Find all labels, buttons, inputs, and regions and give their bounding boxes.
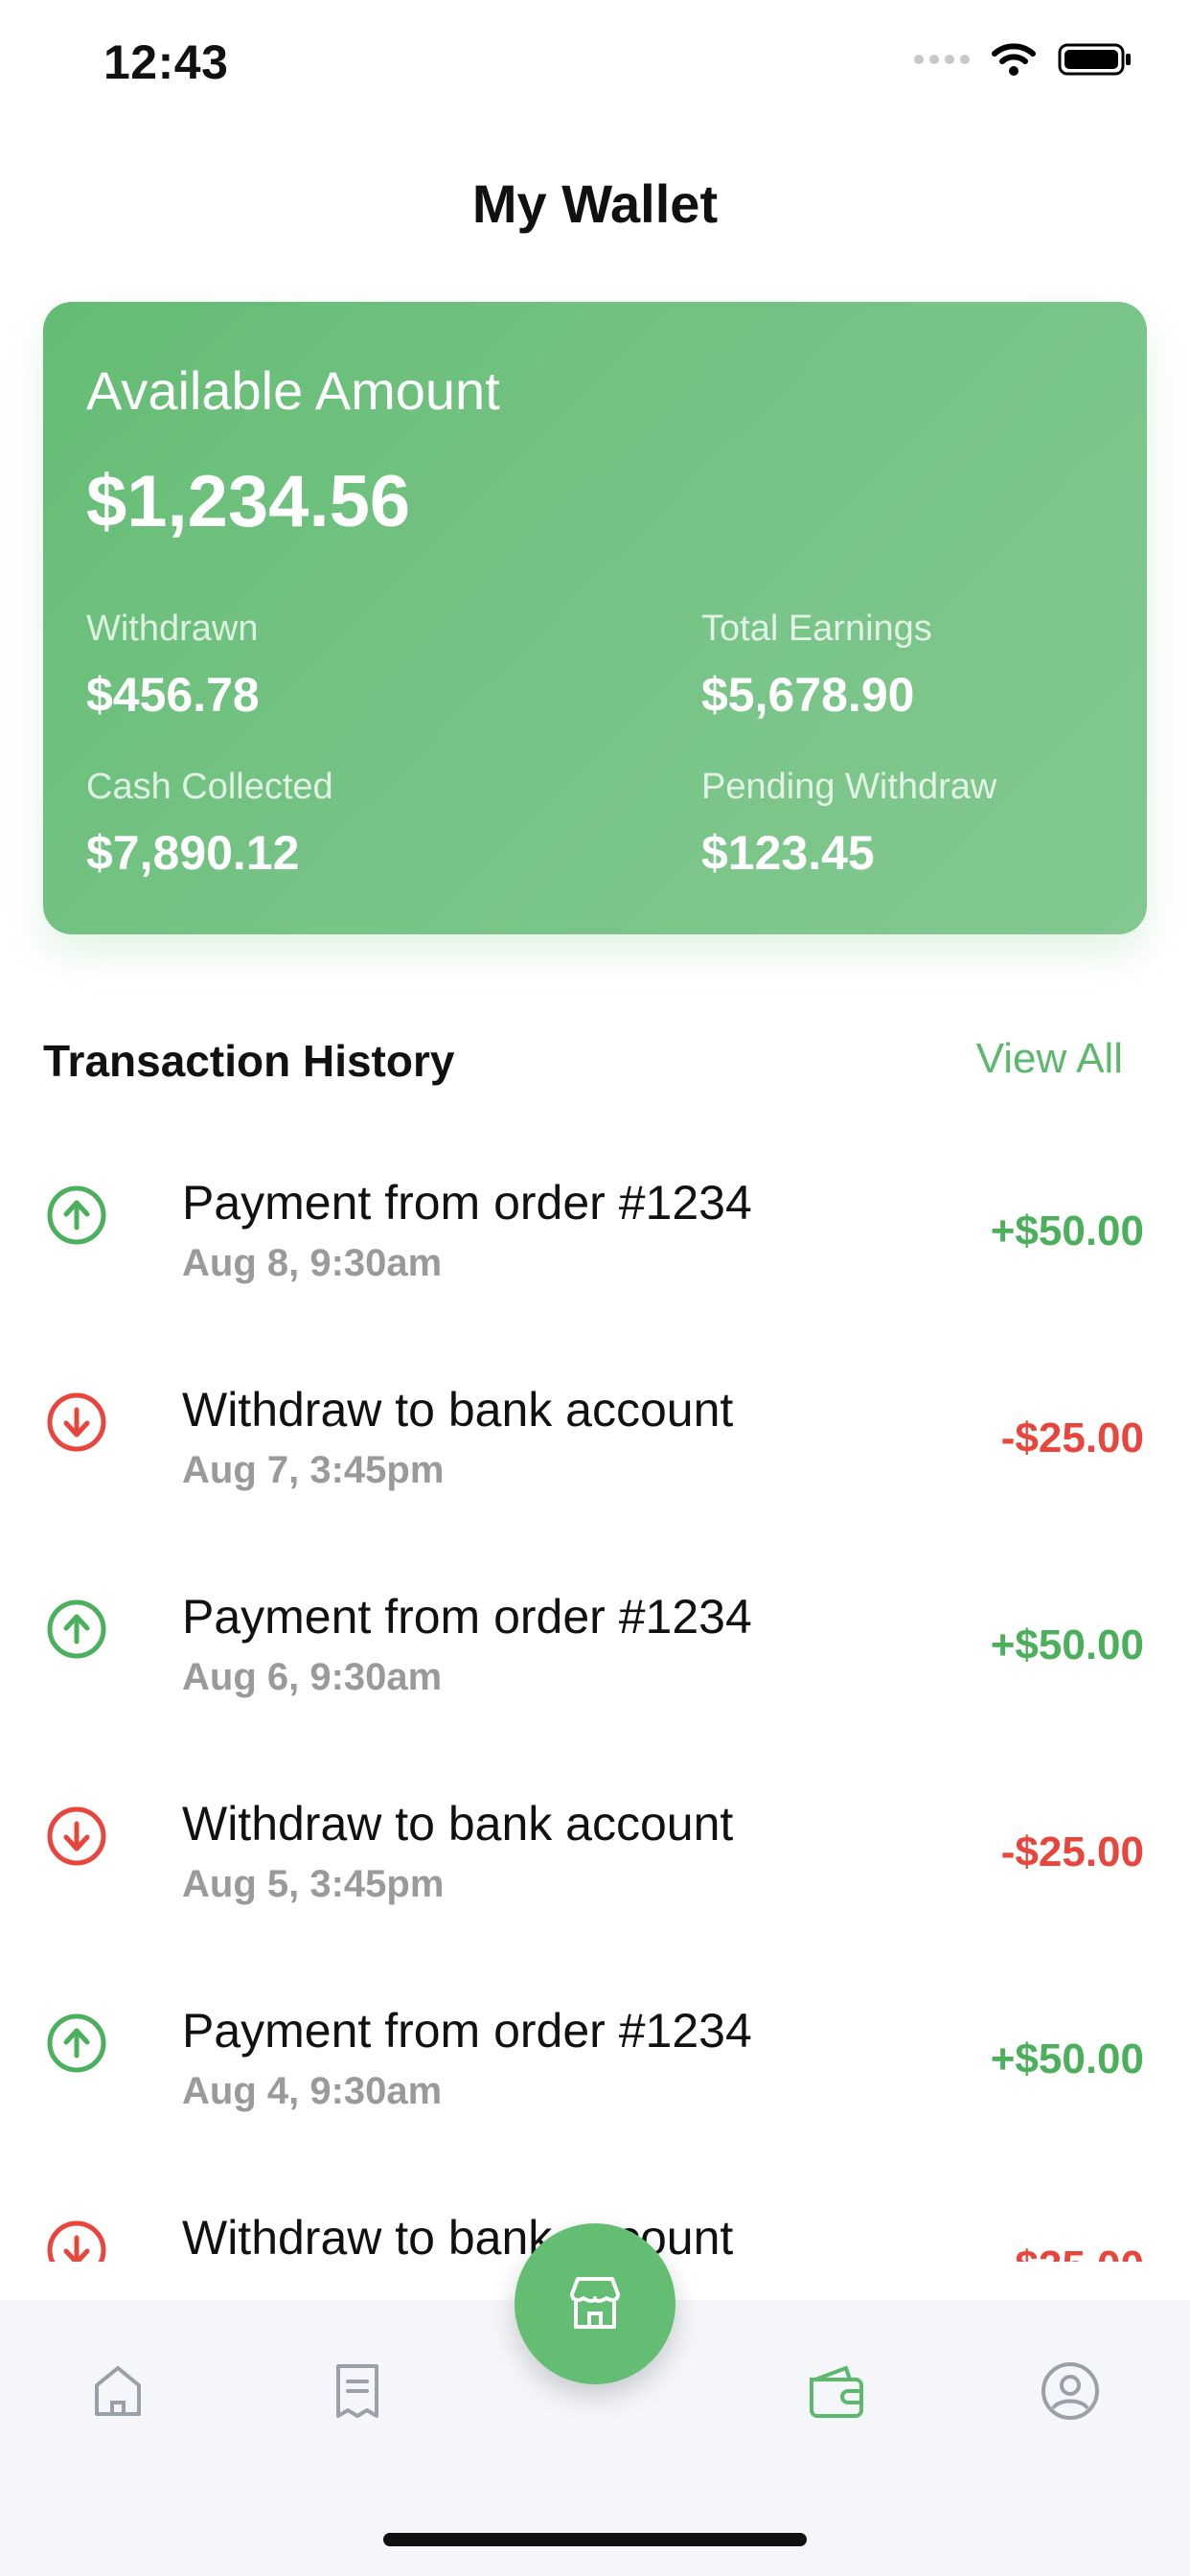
- transaction-date: Aug 5, 3:45pm: [182, 1863, 445, 1905]
- stat-label: Withdrawn: [86, 609, 259, 649]
- transaction-row[interactable]: Payment from order #1234 Aug 8, 9:30am +…: [0, 1121, 1190, 1328]
- transaction-title: Withdraw to bank account: [182, 1797, 734, 1851]
- transaction-date: Aug 8, 9:30am: [182, 1242, 443, 1284]
- status-time: 12:43: [103, 35, 229, 89]
- stat-label: Cash Collected: [86, 767, 333, 807]
- page-title: My Wallet: [471, 173, 719, 234]
- arrow-up-circle-icon: [47, 1599, 106, 1659]
- transaction-row[interactable]: Payment from order #1234 Aug 4, 9:30am +…: [0, 1949, 1190, 2156]
- tab-home[interactable]: [75, 2348, 161, 2434]
- receipt-icon: [336, 2364, 378, 2418]
- arrow-up-circle-icon: [47, 2013, 106, 2073]
- transaction-list[interactable]: Payment from order #1234 Aug 8, 9:30am +…: [0, 1121, 1190, 2262]
- transaction-amount: -$25.00: [1000, 1414, 1144, 1461]
- store-fab-button[interactable]: [515, 2223, 675, 2384]
- stat-value: $456.78: [86, 668, 260, 722]
- home-indicator: [383, 2533, 807, 2546]
- transaction-title: Payment from order #1234: [182, 2004, 752, 2058]
- available-amount-label: Available Amount: [86, 360, 500, 421]
- arrow-down-circle-icon: [47, 2220, 106, 2262]
- transaction-amount: +$50.00: [990, 1622, 1144, 1668]
- store-icon: [570, 2277, 620, 2329]
- transaction-amount: +$50.00: [990, 2036, 1144, 2082]
- transaction-history-title: Transaction History: [43, 1036, 455, 1086]
- tab-profile[interactable]: [1027, 2348, 1113, 2434]
- profile-icon: [1041, 2362, 1099, 2420]
- total-earnings-stat: Total Earnings $5,678.90: [701, 609, 932, 723]
- status-bar: 12:43: [0, 0, 1190, 134]
- arrow-down-circle-icon: [47, 1392, 106, 1452]
- available-amount-value: $1,234.56: [86, 461, 411, 542]
- transaction-amount: +$50.00: [990, 1208, 1144, 1254]
- transaction-amount: -$25.00: [1000, 1828, 1144, 1875]
- transaction-row[interactable]: Withdraw to bank account Aug 5, 3:45pm -…: [0, 1742, 1190, 1949]
- home-icon: [95, 2366, 141, 2416]
- wallet-icon: [810, 2366, 863, 2418]
- battery-icon: [1058, 43, 1131, 76]
- stat-value: $7,890.12: [86, 826, 300, 880]
- arrow-up-circle-icon: [47, 1185, 106, 1245]
- withdrawn-stat: Withdrawn $456.78: [86, 609, 260, 723]
- tab-orders[interactable]: [314, 2348, 400, 2434]
- transaction-row[interactable]: Withdraw to bank account Aug 7, 3:45pm -…: [0, 1328, 1190, 1535]
- transaction-title: Withdraw to bank account: [182, 1383, 734, 1437]
- transaction-date: Aug 7, 3:45pm: [182, 1449, 445, 1491]
- arrow-down-circle-icon: [47, 1806, 106, 1866]
- pending-withdraw-stat: Pending Withdraw $123.45: [701, 767, 996, 881]
- transaction-title: Payment from order #1234: [182, 1176, 752, 1230]
- transaction-amount: -$25.00: [1001, 2242, 1144, 2262]
- view-all-link[interactable]: View All: [976, 1035, 1123, 1083]
- tab-wallet[interactable]: [793, 2348, 880, 2434]
- cash-collected-stat: Cash Collected $7,890.12: [86, 767, 333, 881]
- transaction-row[interactable]: Payment from order #1234 Aug 6, 9:30am +…: [0, 1535, 1190, 1742]
- stat-value: $123.45: [701, 826, 875, 880]
- stat-label: Pending Withdraw: [701, 767, 997, 807]
- wallet-summary-card: Available Amount $1,234.56 Withdrawn $45…: [43, 302, 1147, 934]
- status-icons: [914, 42, 1133, 77]
- transaction-title: Payment from order #1234: [182, 1590, 752, 1644]
- transaction-date: Aug 4, 9:30am: [182, 2070, 443, 2112]
- transaction-date: Aug 6, 9:30am: [182, 1656, 443, 1698]
- wifi-icon: [992, 43, 1036, 76]
- stat-label: Total Earnings: [701, 609, 932, 649]
- stat-value: $5,678.90: [701, 668, 915, 722]
- signal-icon: [914, 55, 970, 64]
